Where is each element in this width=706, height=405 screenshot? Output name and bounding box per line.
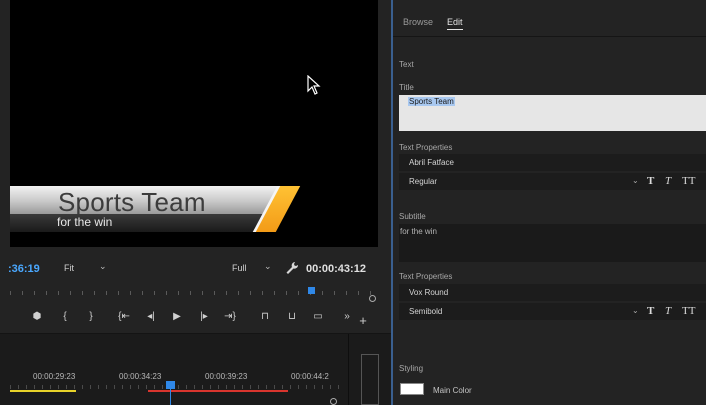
scrub-playhead[interactable] <box>308 287 315 294</box>
title-text-value[interactable]: Sports Team <box>408 97 455 106</box>
scrub-ticks <box>10 291 372 295</box>
subtitle-font-select[interactable]: Vox Round <box>399 284 706 301</box>
mark-in-icon[interactable]: { <box>58 311 72 322</box>
add-button-icon[interactable]: + <box>356 313 370 328</box>
transport-controls: ⬢ { } {⇤ ◂| ▶ |▸ ⇥} ⊓ ⊔ ▭ » + <box>0 308 391 330</box>
styling-heading: Styling <box>399 364 424 373</box>
go-to-in-icon[interactable]: {⇤ <box>117 311 131 322</box>
timeline-panel[interactable]: 00:00:29:23 00:00:34:23 00:00:39:23 00:0… <box>0 334 391 405</box>
monitor-scrub-bar[interactable] <box>10 287 376 302</box>
all-caps-icon[interactable]: TT <box>682 175 695 187</box>
lower-third-subtitle: for the win <box>57 215 113 229</box>
text-properties-label: Text Properties <box>399 143 453 152</box>
zoom-handle-icon[interactable] <box>369 295 376 302</box>
mark-out-icon[interactable]: } <box>84 311 98 322</box>
chevron-down-icon[interactable]: ⌄ <box>632 306 639 315</box>
subtitle-label: Subtitle <box>399 212 426 221</box>
faux-italic-icon[interactable]: T <box>665 305 671 317</box>
timeline-playhead[interactable] <box>166 381 175 389</box>
audio-meter <box>361 354 379 405</box>
section-text-heading: Text <box>399 60 414 69</box>
timeline-time-label: 00:00:29:23 <box>33 372 76 381</box>
monitor-toolbar: :36:19 Fit ⌄ Full ⌄ 00:00:43:12 <box>0 258 391 280</box>
subtitle-style-value: Semibold <box>409 307 443 316</box>
timeline-ruler[interactable] <box>10 385 340 389</box>
lift-icon[interactable]: ⊓ <box>258 311 272 322</box>
chevron-down-icon[interactable]: ⌄ <box>632 176 639 185</box>
tabs-divider <box>393 36 706 37</box>
wrench-icon[interactable] <box>285 261 299 275</box>
step-forward-icon[interactable]: |▸ <box>197 311 211 322</box>
faux-bold-icon[interactable]: T <box>647 305 654 317</box>
export-frame-icon[interactable]: ▭ <box>311 311 325 322</box>
title-label: Title <box>399 83 414 92</box>
play-icon[interactable]: ▶ <box>170 311 184 322</box>
title-style-value: Regular <box>409 177 438 186</box>
work-area-bar-yellow <box>10 390 76 392</box>
tab-edit[interactable]: Edit <box>447 17 463 30</box>
go-to-out-icon[interactable]: ⇥} <box>223 311 237 322</box>
tab-browse[interactable]: Browse <box>403 17 433 27</box>
marker-icon[interactable]: ⬢ <box>30 311 44 322</box>
title-font-select[interactable]: Abril Fatface <box>399 154 706 171</box>
chevron-down-icon[interactable]: ⌄ <box>264 261 272 272</box>
title-style-select[interactable]: Regular ⌄ T T TT <box>399 173 706 190</box>
playhead-timecode[interactable]: :36:19 <box>8 263 40 275</box>
title-font-value: Abril Fatface <box>409 158 454 167</box>
playback-resolution-select[interactable]: Full <box>232 263 247 273</box>
essential-graphics-panel: Browse Edit Text Title Sports Team Text … <box>393 0 706 405</box>
mouse-cursor-icon <box>307 75 321 95</box>
faux-italic-icon[interactable]: T <box>665 175 671 187</box>
extract-icon[interactable]: ⊔ <box>285 311 299 322</box>
all-caps-icon[interactable]: TT <box>682 305 695 317</box>
timeline-time-label: 00:00:39:23 <box>205 372 248 381</box>
title-text-field[interactable]: Sports Team <box>399 95 706 131</box>
subtitle-style-select[interactable]: Semibold ⌄ T T TT <box>399 303 706 320</box>
more-icon[interactable]: » <box>340 311 354 322</box>
timeline-playhead-line <box>170 389 171 405</box>
main-color-swatch[interactable] <box>400 383 424 395</box>
duration-timecode: 00:00:43:12 <box>306 263 366 275</box>
lower-third-subtitle-bar <box>10 214 272 232</box>
step-back-icon[interactable]: ◂| <box>144 311 158 322</box>
render-bar-red <box>148 390 288 392</box>
program-monitor-viewer[interactable]: Sports Team for the win <box>10 0 378 247</box>
faux-bold-icon[interactable]: T <box>647 175 654 187</box>
zoom-level-select[interactable]: Fit <box>64 263 74 273</box>
chevron-down-icon[interactable]: ⌄ <box>99 261 107 272</box>
subtitle-font-value: Vox Round <box>409 288 449 297</box>
program-monitor-area: Sports Team for the win :36:19 Fit ⌄ Ful… <box>0 0 391 405</box>
subtitle-text-field[interactable]: for the win <box>399 224 706 262</box>
zoom-handle-icon[interactable] <box>330 398 337 405</box>
timeline-time-label: 00:00:44:2 <box>291 372 329 381</box>
subtitle-text-value[interactable]: for the win <box>400 227 437 236</box>
timeline-separator <box>348 334 349 405</box>
timeline-time-label: 00:00:34:23 <box>119 372 162 381</box>
main-color-label: Main Color <box>433 386 472 395</box>
text-properties-label: Text Properties <box>399 272 453 281</box>
